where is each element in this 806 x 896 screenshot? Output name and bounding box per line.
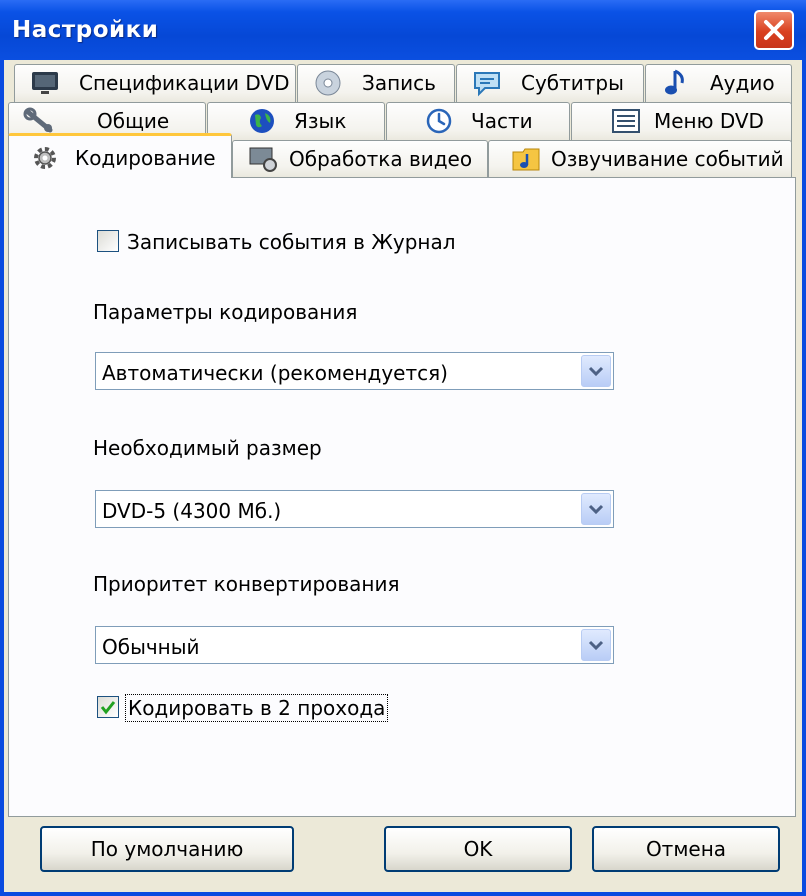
- tab-chapters[interactable]: Части: [386, 102, 570, 142]
- tab-label: Субтитры: [521, 71, 624, 95]
- tab-audio[interactable]: Аудио: [645, 64, 792, 104]
- title-bar[interactable]: Настройки: [0, 0, 806, 60]
- required-size-combobox[interactable]: DVD-5 (4300 Мб.): [95, 490, 614, 528]
- encoding-params-combobox[interactable]: Автоматически (рекомендуется): [95, 352, 614, 390]
- cancel-button[interactable]: Отмена: [592, 826, 780, 872]
- tab-dvd-specs[interactable]: Спецификации DVD: [14, 64, 296, 104]
- tab-language[interactable]: Язык: [207, 102, 385, 142]
- tab-label: Аудио: [710, 71, 775, 95]
- video-gear-icon: [249, 147, 277, 172]
- tab-event-sounds[interactable]: Озвучивание событий: [488, 140, 792, 178]
- tab-label: Меню DVD: [654, 109, 764, 133]
- chevron-down-icon: [588, 640, 604, 651]
- dropdown-button[interactable]: [581, 355, 611, 387]
- combobox-value: DVD-5 (4300 Мб.): [102, 499, 282, 523]
- priority-label: Приоритет конвертирования: [93, 572, 400, 596]
- priority-combobox[interactable]: Обычный: [95, 626, 614, 664]
- two-pass-label: Кодировать в 2 прохода: [125, 694, 389, 722]
- gear-icon: [34, 147, 56, 169]
- two-pass-checkbox[interactable]: [97, 696, 119, 718]
- tab-label: Части: [471, 109, 533, 133]
- tab-dvd-menu[interactable]: Меню DVD: [571, 102, 792, 142]
- encoding-params-label: Параметры кодирования: [93, 300, 358, 324]
- ok-button[interactable]: OK: [384, 826, 572, 872]
- monitor-icon: [32, 72, 58, 94]
- close-button[interactable]: [754, 10, 794, 50]
- chevron-down-icon: [588, 366, 604, 377]
- chevron-down-icon: [588, 504, 604, 515]
- tab-label: Запись: [362, 71, 436, 95]
- log-events-checkbox[interactable]: [97, 230, 119, 252]
- dropdown-button[interactable]: [581, 629, 611, 661]
- globe-icon: [250, 109, 274, 133]
- tab-record[interactable]: Запись: [297, 64, 455, 104]
- tab-label: Озвучивание событий: [551, 147, 784, 171]
- tab-video-processing[interactable]: Обработка видео: [232, 140, 488, 178]
- settings-window: Настройки Спецификации DVD Запись Субтит…: [0, 0, 806, 896]
- tab-label: Обработка видео: [289, 147, 473, 171]
- tab-encoding[interactable]: Кодирование: [8, 133, 232, 178]
- dialog-client-area: Спецификации DVD Запись Субтитры Аудио О…: [4, 60, 802, 892]
- log-events-label: Записывать события в Журнал: [127, 230, 456, 254]
- close-icon: [764, 20, 784, 40]
- encoding-tab-panel: Записывать события в Журнал Параметры ко…: [8, 177, 796, 817]
- tab-label: Язык: [294, 109, 347, 133]
- folder-music-icon: [512, 148, 540, 171]
- tab-label: Общие: [97, 109, 170, 133]
- clock-icon: [426, 108, 452, 134]
- tools-icon: [23, 107, 53, 133]
- tab-label: Спецификации DVD: [79, 71, 290, 95]
- required-size-label: Необходимый размер: [93, 436, 322, 460]
- menu-list-icon: [612, 109, 640, 133]
- defaults-button[interactable]: По умолчанию: [40, 826, 294, 872]
- combobox-value: Автоматически (рекомендуется): [102, 361, 448, 385]
- combobox-value: Обычный: [102, 635, 200, 659]
- disc-icon: [315, 70, 341, 96]
- window-title: Настройки: [12, 17, 159, 43]
- dropdown-button[interactable]: [581, 493, 611, 525]
- tab-label: Кодирование: [75, 146, 216, 170]
- tab-subtitles[interactable]: Субтитры: [456, 64, 644, 104]
- checkmark-icon: [100, 701, 116, 715]
- speech-bubble-icon: [474, 72, 500, 97]
- music-note-icon: [665, 69, 684, 95]
